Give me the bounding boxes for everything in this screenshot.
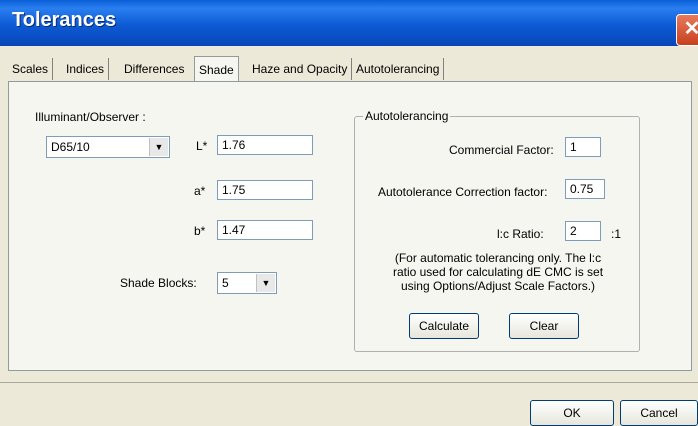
tab-haze-and-opacity[interactable]: Haze and Opacity	[248, 58, 353, 80]
illuminant-select[interactable]: D65/10 ▼	[46, 136, 170, 158]
autotolerancing-group-title: Autotolerancing	[363, 109, 451, 123]
title-bar: Tolerances ✕	[0, 0, 698, 46]
shade-blocks-select[interactable]: 5 ▼	[217, 272, 277, 294]
clear-button[interactable]: Clear	[509, 313, 579, 339]
tab-shade[interactable]: Shade	[194, 56, 239, 82]
chevron-down-icon[interactable]: ▼	[256, 274, 275, 292]
b-field[interactable]: 1.47	[217, 220, 313, 240]
autotolerancing-group: Autotolerancing Commercial Factor: 1 Aut…	[354, 109, 640, 352]
shade-blocks-value: 5	[222, 276, 229, 290]
chevron-down-icon[interactable]: ▼	[149, 138, 168, 156]
commercial-factor-label: Commercial Factor:	[449, 143, 554, 157]
correction-factor-label: Autotolerance Correction factor:	[378, 185, 548, 199]
lc-ratio-suffix: :1	[611, 227, 622, 241]
calculate-button[interactable]: Calculate	[409, 313, 479, 339]
tab-scales[interactable]: Scales	[8, 58, 54, 80]
cancel-button[interactable]: Cancel	[620, 400, 698, 426]
l-field[interactable]: 1.76	[217, 135, 313, 155]
tab-autotolerancing[interactable]: Autotolerancing	[352, 58, 445, 80]
tab-differences[interactable]: Differences	[120, 58, 188, 80]
commercial-factor-field[interactable]: 1	[565, 137, 601, 157]
shade-tab-panel: Illuminant/Observer : D65/10 ▼ L* 1.76 a…	[8, 81, 692, 371]
window-title: Tolerances	[12, 9, 117, 31]
a-field[interactable]: 1.75	[217, 180, 313, 200]
l-label: L*	[196, 139, 208, 153]
a-label: a*	[194, 184, 206, 198]
b-label: b*	[194, 224, 206, 238]
illuminant-label: Illuminant/Observer :	[35, 110, 146, 124]
lc-ratio-label: l:c Ratio:	[497, 227, 544, 241]
illuminant-value: D65/10	[51, 140, 90, 154]
close-button[interactable]: ✕	[676, 14, 698, 46]
autotolerancing-note: (For automatic tolerancing only. The l:c…	[392, 251, 604, 293]
lc-ratio-field[interactable]: 2	[565, 221, 601, 241]
ok-button[interactable]: OK	[530, 400, 614, 426]
dialog-client: Scales Indices Differences Shade Haze an…	[0, 46, 698, 426]
shade-blocks-label: Shade Blocks:	[120, 276, 197, 290]
footer-divider	[0, 382, 698, 383]
correction-factor-field[interactable]: 0.75	[565, 179, 605, 199]
tab-indices[interactable]: Indices	[62, 58, 110, 80]
close-icon: ✕	[683, 18, 698, 40]
